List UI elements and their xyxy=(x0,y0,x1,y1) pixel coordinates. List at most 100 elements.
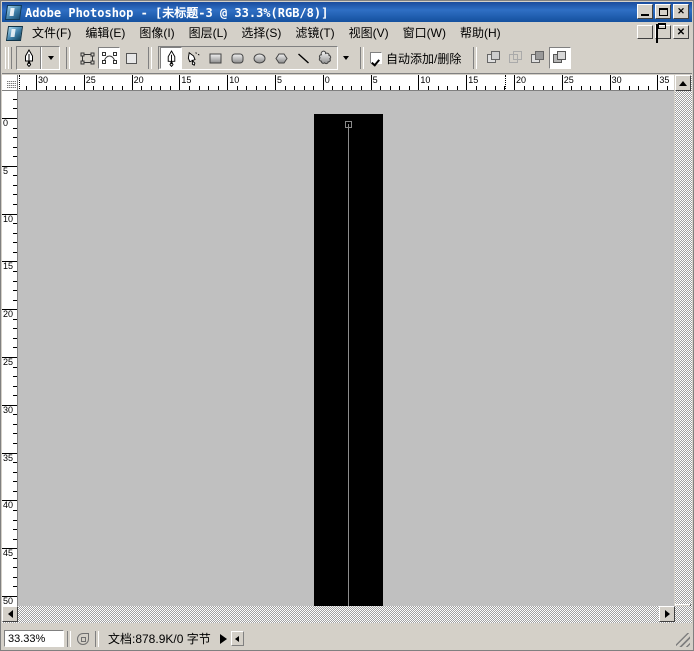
close-button[interactable]: ✕ xyxy=(673,4,689,19)
ruler-guide-marker xyxy=(2,309,17,311)
ruler-tick-major xyxy=(657,75,659,90)
geometry-options-chevron-down-icon[interactable] xyxy=(338,47,354,69)
ruler-tick-minor xyxy=(13,156,17,158)
ruler-tick-minor xyxy=(13,423,17,425)
menu-image[interactable]: 图像(I) xyxy=(132,22,181,43)
ruler-tick-minor xyxy=(13,299,17,301)
scroll-left-button[interactable] xyxy=(2,606,18,622)
ruler-tick-minor xyxy=(13,557,17,559)
ruler-tick-minor xyxy=(55,86,57,90)
ruler-tick-major xyxy=(275,75,276,90)
ruler-tick-minor xyxy=(93,86,95,90)
rounded-rectangle-tool-button[interactable] xyxy=(226,47,248,69)
ruler-tick-minor xyxy=(13,376,17,378)
custom-shape-tool-button[interactable] xyxy=(314,47,336,69)
ruler-label: 0 xyxy=(324,75,330,85)
menu-window[interactable]: 窗口(W) xyxy=(396,22,453,43)
subtract-from-path-area-button[interactable] xyxy=(505,47,527,69)
ruler-tick-minor xyxy=(13,232,17,234)
pen-tool-button[interactable] xyxy=(160,47,182,69)
ruler-tick-minor xyxy=(102,86,104,90)
ruler-tick-major xyxy=(418,75,420,90)
ellipse-tool-button[interactable] xyxy=(248,47,270,69)
photoshop-icon xyxy=(4,4,23,20)
minimize-button[interactable] xyxy=(637,4,653,19)
horizontal-scrollbar[interactable] xyxy=(2,606,692,623)
mdi-close-button[interactable]: ✕ xyxy=(673,25,689,39)
menu-select[interactable]: 选择(S) xyxy=(234,22,288,43)
zoom-level-input[interactable]: 33.33% xyxy=(4,630,64,647)
ruler-tick-minor xyxy=(236,86,238,90)
vertical-ruler[interactable]: 0 5 10 15 20 25 30 35 40 45 50 xyxy=(2,91,18,620)
ruler-label: 0 xyxy=(3,118,9,128)
document-icon[interactable] xyxy=(5,25,24,41)
ruler-tick-minor xyxy=(13,509,17,511)
menu-layer[interactable]: 图层(L) xyxy=(182,22,235,43)
shape-layers-mode-button[interactable] xyxy=(76,47,98,69)
ruler-tick-minor xyxy=(13,443,17,445)
ruler-tick-minor xyxy=(456,86,458,90)
polygon-tool-button[interactable] xyxy=(270,47,292,69)
horizontal-ruler[interactable]: 30 25 20 15 10 5 0 5 10 15 20 25 30 35 xyxy=(18,75,674,91)
shape-tool-group xyxy=(158,46,338,70)
menu-file[interactable]: 文件(F) xyxy=(25,22,78,43)
ruler-tick-minor xyxy=(475,86,477,90)
options-bar: 自动添加/删除 xyxy=(2,43,692,74)
ruler-tick-major xyxy=(227,75,229,90)
exclude-overlapping-path-areas-button[interactable] xyxy=(549,47,572,69)
menu-bar: 文件(F) 编辑(E) 图像(I) 图层(L) 选择(S) 滤镜(T) 视图(V… xyxy=(2,22,692,44)
vertical-scrollbar[interactable] xyxy=(675,75,692,620)
paths-mode-button[interactable] xyxy=(98,47,120,69)
fill-pixels-mode-button[interactable] xyxy=(120,47,142,69)
ruler-tick-minor xyxy=(332,86,334,90)
ruler-tick-minor xyxy=(13,108,17,110)
menu-filter[interactable]: 滤镜(T) xyxy=(288,22,341,43)
ruler-tick-minor xyxy=(552,86,554,90)
status-menu-arrow-icon[interactable] xyxy=(217,630,231,647)
resize-grip-icon[interactable] xyxy=(676,633,690,647)
ruler-tick-minor xyxy=(380,86,382,90)
ruler-label: 30 xyxy=(38,75,49,85)
maximize-button[interactable] xyxy=(655,4,671,19)
path-anchor-top[interactable] xyxy=(345,121,352,128)
ruler-label: 20 xyxy=(133,75,144,85)
auto-add-delete-checkbox[interactable] xyxy=(370,52,382,64)
ruler-tick-minor xyxy=(13,175,17,177)
ruler-tick-minor xyxy=(13,529,17,531)
menu-help[interactable]: 帮助(H) xyxy=(453,22,508,43)
scroll-right-button[interactable] xyxy=(659,606,675,622)
freeform-pen-tool-button[interactable] xyxy=(182,47,204,69)
menu-edit[interactable]: 编辑(E) xyxy=(78,22,132,43)
ruler-tick-minor xyxy=(13,347,17,349)
canvas-work-area[interactable] xyxy=(18,91,674,620)
status-resize-handle[interactable] xyxy=(230,631,244,646)
ruler-tick-minor xyxy=(571,86,573,90)
rectangle-tool-button[interactable] xyxy=(204,47,226,69)
ruler-label: 10 xyxy=(420,75,431,85)
add-to-path-area-button[interactable] xyxy=(483,47,505,69)
ruler-label: 15 xyxy=(468,75,479,85)
ruler-label: 5 xyxy=(277,75,283,85)
menu-view[interactable]: 视图(V) xyxy=(342,22,396,43)
ruler-tick-minor xyxy=(13,146,17,148)
ruler-origin-icon[interactable] xyxy=(2,75,18,91)
intersect-path-areas-button[interactable] xyxy=(527,47,549,69)
scroll-up-button[interactable] xyxy=(675,75,691,91)
ruler-tick-minor xyxy=(188,86,190,90)
tool-preset-chevron-down-icon[interactable] xyxy=(42,47,59,69)
ruler-tick-minor xyxy=(303,86,305,90)
mdi-restore-button[interactable] xyxy=(655,24,671,44)
line-tool-button[interactable] xyxy=(292,47,314,69)
options-bar-grip[interactable] xyxy=(5,46,12,70)
document-preview-icon[interactable] xyxy=(74,630,92,647)
ruler-tick-minor xyxy=(647,86,649,90)
ruler-tick-minor xyxy=(160,86,162,90)
ruler-tick-minor xyxy=(208,86,210,90)
ruler-label: 25 xyxy=(3,357,14,367)
auto-add-delete-checkbox-wrap[interactable]: 自动添加/删除 xyxy=(370,50,461,67)
current-tool-button[interactable] xyxy=(16,46,60,70)
ruler-tick-minor xyxy=(13,395,17,397)
ruler-tick-minor xyxy=(13,280,17,282)
ruler-tick-minor xyxy=(533,86,535,90)
mdi-minimize-button[interactable] xyxy=(637,25,653,39)
